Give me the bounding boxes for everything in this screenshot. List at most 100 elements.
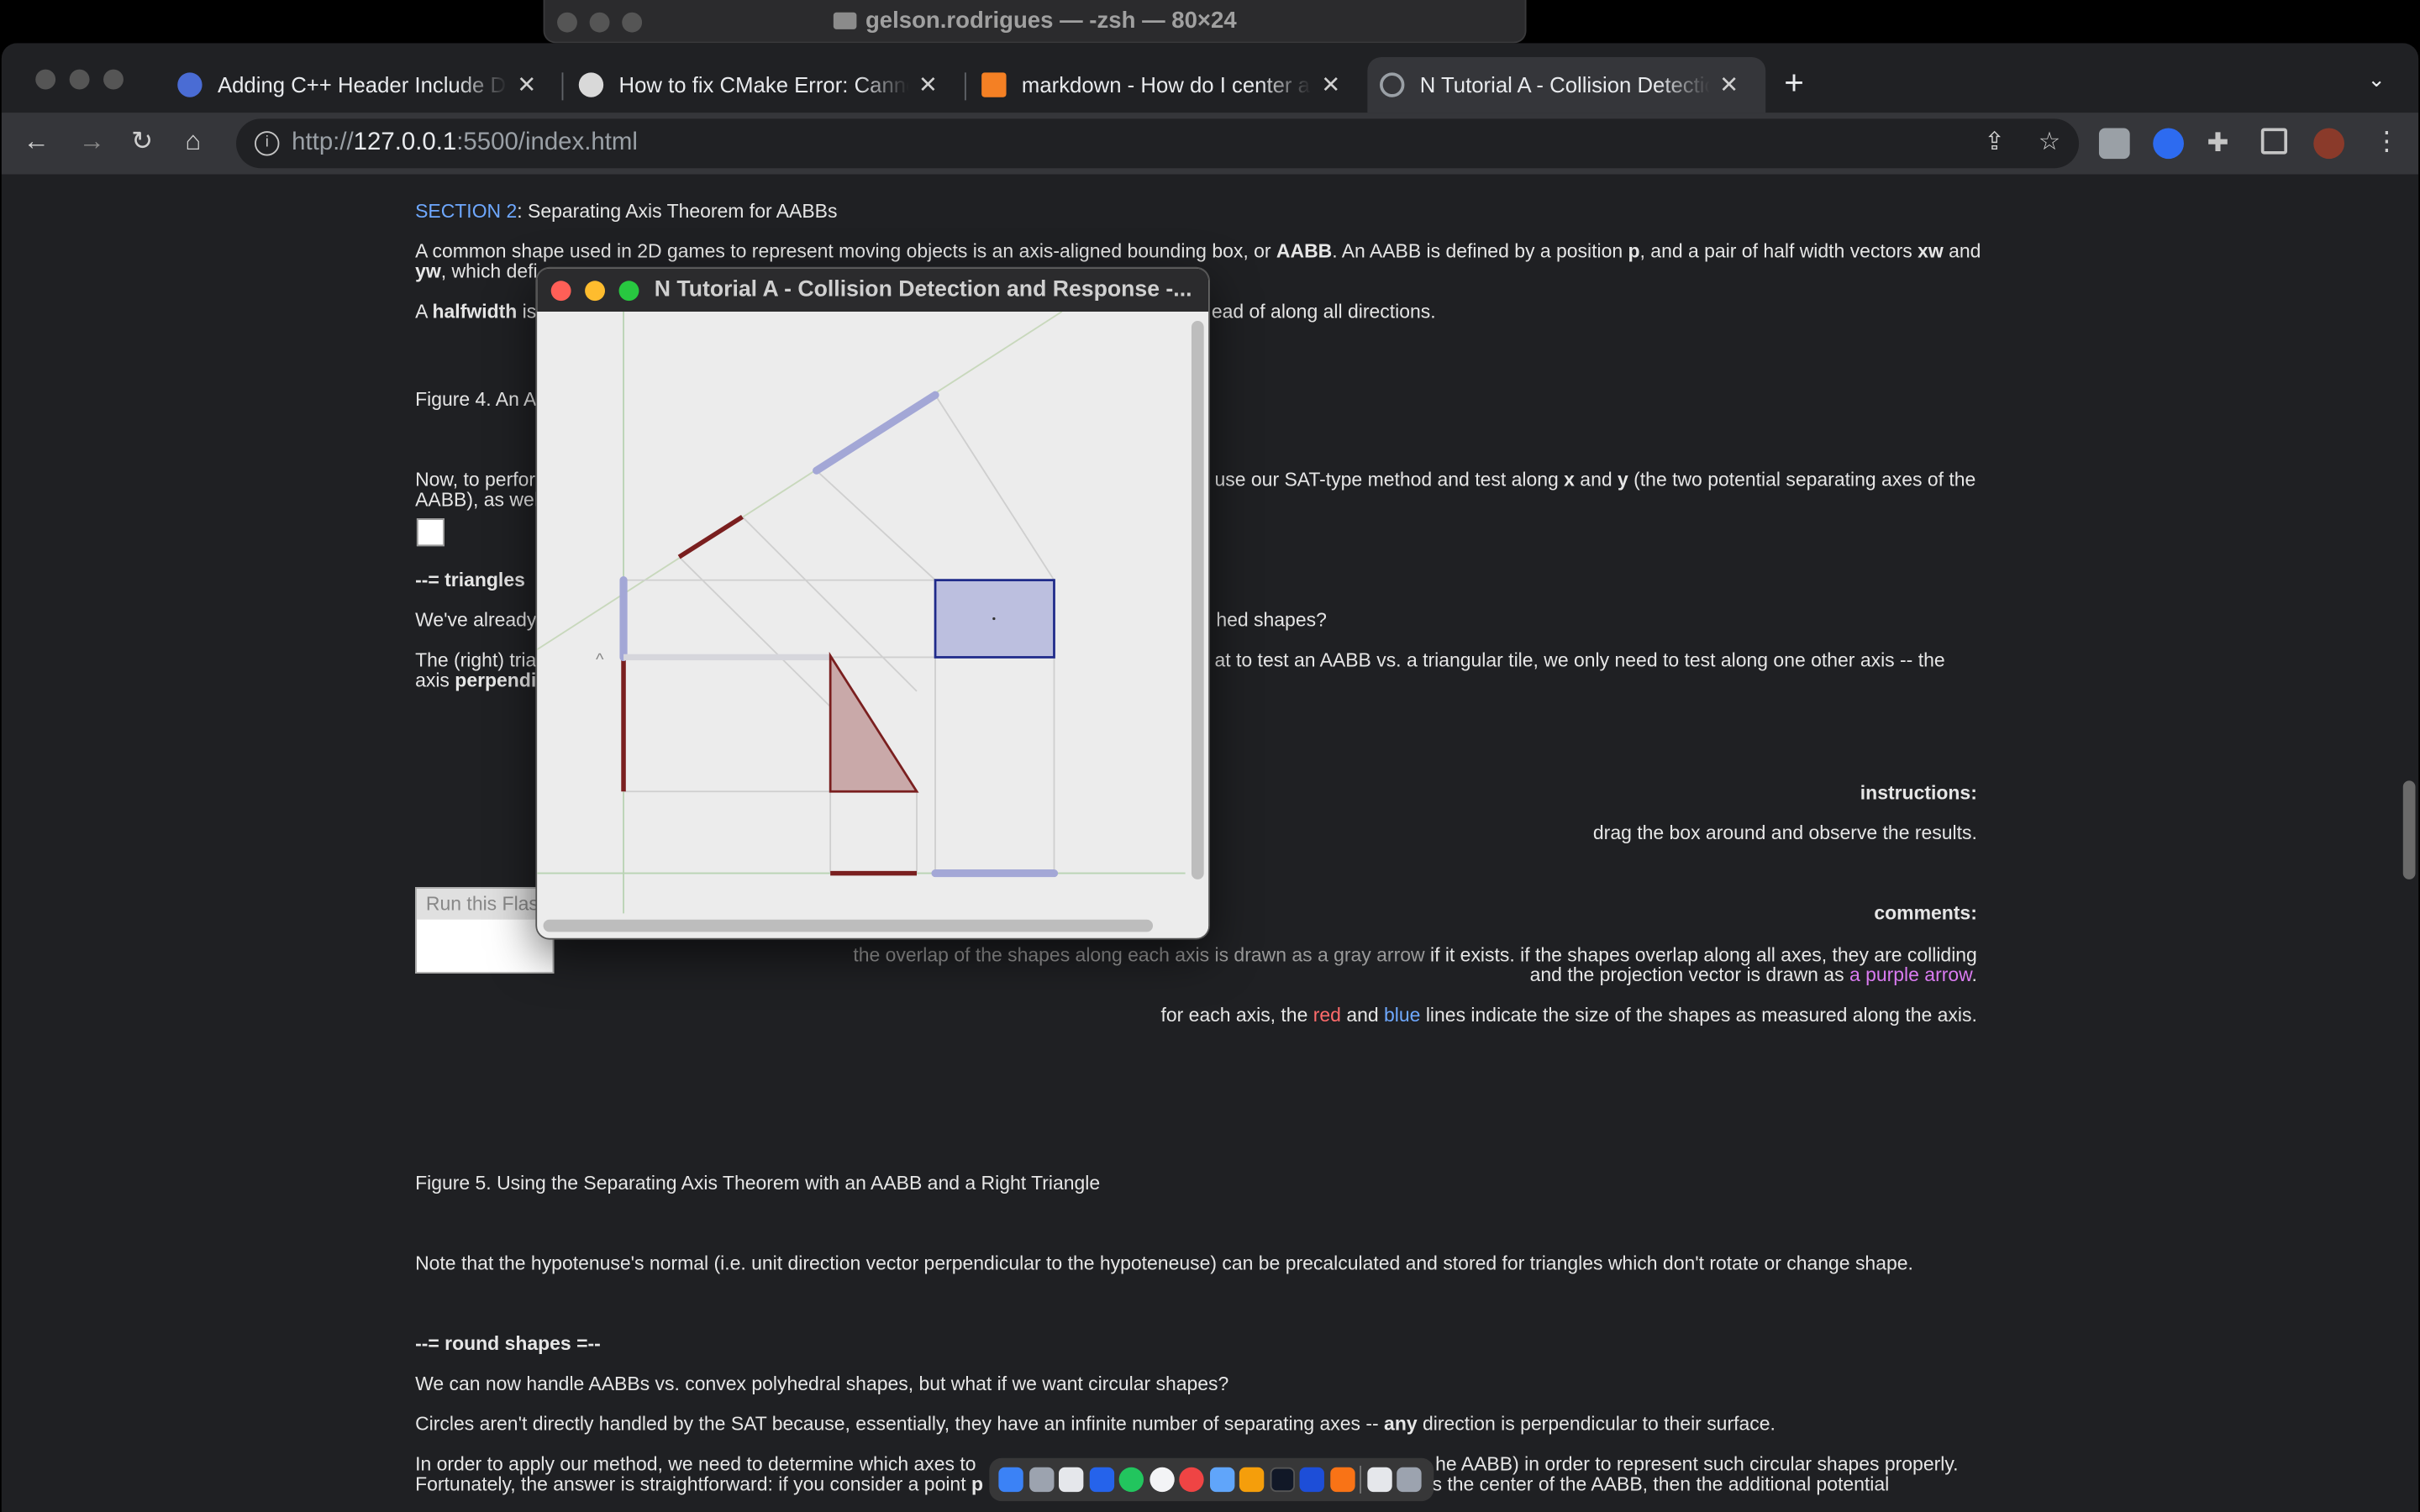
stackoverflow-icon — [981, 72, 1007, 97]
tab-divider — [561, 72, 564, 101]
tab-markdown-center[interactable]: markdown - How do I center an image ✕ — [969, 57, 1364, 113]
site-favicon-icon — [177, 72, 203, 97]
zoom-icon[interactable] — [618, 281, 639, 302]
paragraph-right-triangle-right: at to test an AABB vs. a triangular tile… — [1214, 649, 1945, 671]
vscode-icon[interactable] — [1088, 1467, 1114, 1493]
paragraph-apply-method: In order to apply our method, we need to… — [415, 1453, 976, 1475]
paragraph-fortunately-right: s the center of the AABB, then the addit… — [1432, 1473, 1890, 1495]
close-icon[interactable] — [557, 12, 577, 33]
tab-n-tutorial[interactable]: N Tutorial A - Collision Detection and R… — [1367, 56, 1766, 113]
bookmark-star-icon[interactable]: ☆ — [2039, 118, 2060, 168]
tab-label: Adding C++ Header Include Directories — [217, 72, 508, 97]
paragraph-sat-test-line2: AABB), as well — [415, 489, 543, 511]
tab-strip: Adding C++ Header Include Directories ✕ … — [1, 43, 2419, 113]
reload-icon[interactable]: ↻ — [131, 125, 153, 159]
terminal-icon[interactable] — [1269, 1467, 1295, 1493]
forward-arrow-icon[interactable]: → — [79, 125, 105, 159]
kebab-menu-icon[interactable]: ⋮ — [2374, 125, 2400, 159]
figure-5-caption: Figure 5. Using the Separating Axis Theo… — [415, 1172, 1101, 1194]
aabb-center-point — [992, 617, 996, 621]
url-path: :5500/index.html — [456, 129, 638, 156]
paragraph-circular: We can now handle AABBs vs. convex polyh… — [415, 1373, 1229, 1395]
page-scrollbar-thumb[interactable] — [2402, 780, 2416, 879]
close-icon[interactable] — [35, 69, 56, 90]
zoom-extension-icon[interactable] — [2153, 128, 2184, 160]
instructions-text: drag the box around and observe the resu… — [1592, 822, 1977, 844]
paragraph-halfwidth: A halfwidth is — [415, 301, 537, 323]
avatar[interactable] — [2313, 128, 2344, 160]
home-icon[interactable]: ⌂ — [185, 125, 201, 159]
share-icon[interactable]: ⇪ — [1984, 118, 2005, 168]
launchpad-icon[interactable] — [1028, 1467, 1054, 1493]
paragraph-right-triangle-line2: axis perpendi — [415, 669, 537, 691]
paragraph-halfwidth-end: ead of along all directions. — [1211, 301, 1436, 323]
info-icon[interactable]: i — [255, 131, 280, 156]
minimize-icon[interactable] — [69, 69, 90, 90]
tab-label: markdown - How do I center an image — [1021, 72, 1312, 97]
python-icon[interactable] — [1239, 1467, 1265, 1493]
paragraph-aabb-intro: A common shape used in 2D games to repre… — [415, 240, 1981, 263]
flash-player-window: N Tutorial A - Collision Detection and R… — [537, 268, 1209, 938]
paragraph-right-triangle: The (right) tria — [415, 649, 537, 671]
extension-glasses-icon[interactable] — [2098, 128, 2130, 160]
terminal-title: gelson.rodrigues — -zsh — 80×24 — [865, 8, 1237, 34]
paragraph-circles-sat: Circles aren't directly handled by the S… — [415, 1413, 1776, 1436]
paragraph-already-end: hed shapes? — [1216, 609, 1327, 632]
close-icon[interactable]: ✕ — [1719, 71, 1739, 98]
section-heading: SECTION 2: Separating Axis Theorem for A… — [415, 201, 837, 223]
finder-icon[interactable] — [998, 1467, 1023, 1493]
section-link[interactable]: SECTION 2 — [415, 201, 517, 223]
close-icon[interactable] — [550, 281, 571, 302]
instructions-heading: instructions: — [1860, 782, 1977, 804]
dock — [989, 1457, 1434, 1502]
screen: gelson.rodrigues — -zsh — 80×24 Adding C… — [0, 0, 2420, 1512]
zoom-icon[interactable] — [622, 12, 643, 33]
window-controls — [35, 69, 124, 90]
triangles-heading: --= triangles — [415, 569, 525, 591]
tab-search-icon[interactable]: ⌄ — [2368, 66, 2386, 92]
address-bar[interactable]: i http://127.0.0.1:5500/index.html ⇪ ☆ — [236, 118, 2080, 169]
chrome-icon[interactable] — [1179, 1467, 1204, 1493]
minimize-icon[interactable] — [589, 12, 610, 33]
comment-line-1: the overlap of the shapes along each axi… — [853, 944, 1977, 966]
paragraph-apply-method-right: he AABB) in order to represent such circ… — [1435, 1453, 1959, 1475]
gear-icon — [578, 72, 604, 97]
overlap-arrowhead-icon: ^ — [596, 651, 604, 669]
minimize-icon[interactable] — [585, 281, 605, 302]
paragraph-fortunately: Fortunately, the answer is straightforwa… — [415, 1473, 983, 1495]
trash-icon[interactable] — [1397, 1467, 1422, 1493]
tab-label: How to fix CMake Error: Cannot find sour… — [618, 72, 909, 97]
close-icon[interactable]: ✕ — [918, 71, 938, 98]
zoom-icon[interactable] — [103, 69, 124, 90]
broken-image-icon — [416, 518, 445, 547]
popup-horizontal-scrollbar[interactable] — [543, 919, 1154, 932]
slack-icon[interactable] — [1058, 1467, 1084, 1493]
side-panel-icon[interactable] — [2260, 128, 2288, 155]
globe-icon — [1380, 72, 1405, 97]
sublime-icon[interactable] — [1329, 1467, 1355, 1493]
tab-cmake-error[interactable]: How to fix CMake Error: Cannot find sour… — [566, 57, 961, 113]
popup-vertical-scrollbar[interactable] — [1191, 321, 1204, 879]
terminal-window-titlebar[interactable]: gelson.rodrigues — -zsh — 80×24 — [543, 0, 1527, 44]
sat-demo-canvas: ^ — [537, 312, 1209, 938]
url-host: 127.0.0.1 — [353, 129, 457, 156]
extensions-puzzle-icon[interactable]: ✚ — [2207, 128, 2238, 159]
docker-icon[interactable] — [1209, 1467, 1234, 1493]
flash-run-button[interactable]: Run this Flash — [415, 887, 555, 974]
page-content: SECTION 2: Separating Axis Theorem for A… — [1, 174, 2419, 1512]
mail-icon[interactable] — [1366, 1467, 1392, 1493]
app-w-icon[interactable] — [1149, 1467, 1174, 1493]
comment-line-2: and the projection vector is drawn as a … — [1529, 963, 1977, 986]
tab-adding-cpp-header[interactable]: Adding C++ Header Include Directories ✕ — [166, 57, 560, 113]
back-arrow-icon[interactable]: ← — [24, 125, 50, 159]
spotify-icon[interactable] — [1118, 1467, 1144, 1493]
new-tab-button[interactable]: + — [1784, 60, 1804, 107]
browser-window: Adding C++ Header Include Directories ✕ … — [1, 43, 2419, 1512]
close-icon[interactable]: ✕ — [1321, 71, 1340, 98]
shield-icon[interactable] — [1299, 1467, 1324, 1493]
comment-line-3: for each axis, the red and blue lines in… — [1160, 1004, 1977, 1026]
close-icon[interactable]: ✕ — [517, 71, 536, 98]
paragraph-aabb-intro-line2: yw, which defi — [415, 260, 538, 283]
paragraph-hypotenuse-normal: Note that the hypotenuse's normal (i.e. … — [415, 1252, 1913, 1275]
flash-run-label: Run this Flash — [416, 888, 553, 920]
